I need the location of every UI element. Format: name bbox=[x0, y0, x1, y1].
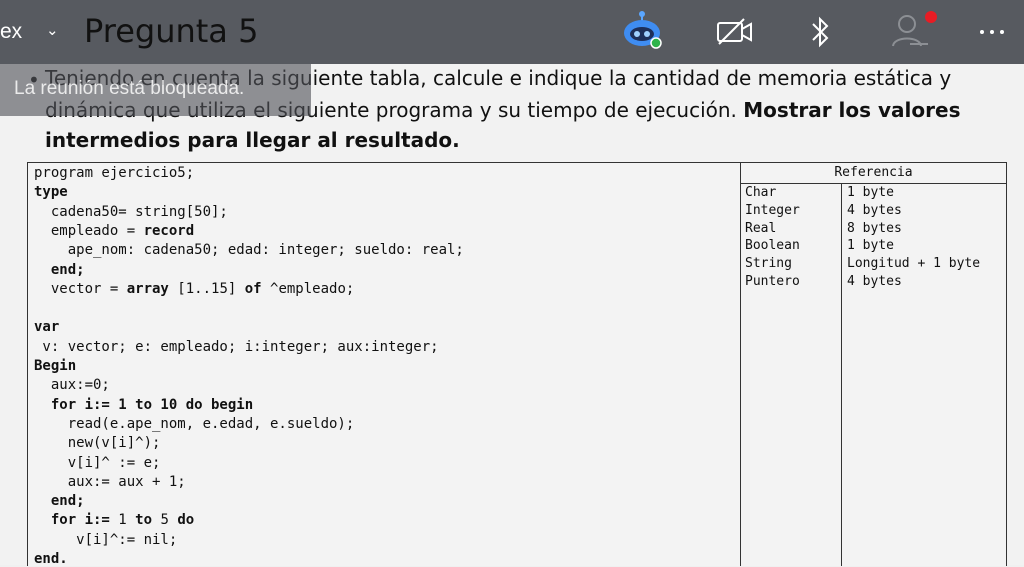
reference-divider bbox=[841, 184, 842, 566]
reference-size: 8 bytes bbox=[847, 220, 902, 236]
code-line: aux:= aux + 1; bbox=[34, 473, 186, 490]
question-line-3: intermedios para llegar al resultado. bbox=[45, 128, 460, 152]
code-line: new(v[i]^); bbox=[34, 435, 161, 452]
code-line: v[i]^ := e; bbox=[34, 454, 161, 471]
question-line-2-bold: Mostrar los valores bbox=[743, 98, 961, 122]
code-line: empleado = record bbox=[34, 222, 195, 239]
code-line: vector = array [1..15] of ^empleado; bbox=[34, 280, 355, 297]
page-title: Pregunta 5 bbox=[84, 12, 259, 50]
code-line: read(e.ape_nom, e.edad, e.sueldo); bbox=[34, 415, 355, 432]
code-line: ape_nom: cadena50; edad: integer; sueldo… bbox=[34, 242, 464, 259]
video-off-icon[interactable] bbox=[716, 18, 754, 46]
code-line: end; bbox=[50, 493, 85, 510]
reference-size: 4 bytes bbox=[847, 202, 902, 218]
reference-type: String bbox=[745, 256, 792, 272]
code-cell: program ejercicio5; type cadena50= string… bbox=[28, 163, 741, 567]
code-line: for i:= 1 to 10 do begin bbox=[50, 396, 254, 413]
reference-size: 4 bytes bbox=[847, 274, 902, 289]
code-line: aux:=0; bbox=[34, 377, 110, 394]
reference-size: Longitud + 1 byte bbox=[847, 256, 981, 272]
assistant-bot-icon[interactable] bbox=[622, 10, 666, 50]
meeting-top-bar: ex ⌄ Pregunta 5 bbox=[0, 0, 1024, 64]
code-line: Begin bbox=[34, 358, 77, 374]
reference-type: Puntero bbox=[745, 274, 800, 289]
chevron-down-icon[interactable]: ⌄ bbox=[46, 21, 59, 39]
code-line: program ejercicio5; bbox=[34, 165, 195, 181]
code-line: v[i]^:= nil; bbox=[34, 531, 178, 548]
code-line: end; bbox=[50, 261, 85, 278]
meeting-locked-text: La reunión está bloqueada. bbox=[14, 78, 245, 99]
code-line: type bbox=[34, 184, 68, 201]
reference-size: 1 byte bbox=[847, 185, 894, 200]
code-line: v: vector; e: empleado; i:integer; aux:i… bbox=[34, 338, 439, 355]
code-line: var bbox=[34, 319, 60, 336]
reference-cell: Referencia Char 1 byte Integer 4 bytes Real 8… bbox=[741, 163, 1006, 566]
reference-type: Integer bbox=[745, 202, 800, 218]
bluetooth-icon[interactable] bbox=[810, 14, 830, 50]
reference-size: 1 byte bbox=[847, 238, 894, 254]
meeting-locked-banner: La reunión está bloqueada. bbox=[0, 64, 311, 116]
reference-type: Char bbox=[745, 185, 777, 200]
code-line: cadena50= string[50]; bbox=[34, 203, 228, 220]
code-line: for i:= 1 to 5 do bbox=[50, 512, 195, 529]
exercise-table: program ejercicio5; type cadena50= string… bbox=[27, 162, 1007, 567]
more-icon[interactable] bbox=[978, 27, 1008, 37]
reference-type: Boolean bbox=[745, 238, 800, 254]
participants-icon[interactable] bbox=[888, 8, 940, 52]
reference-type: Real bbox=[745, 220, 777, 236]
reference-header: Referencia bbox=[741, 163, 1006, 184]
app-switcher-label[interactable]: ex bbox=[0, 20, 22, 44]
